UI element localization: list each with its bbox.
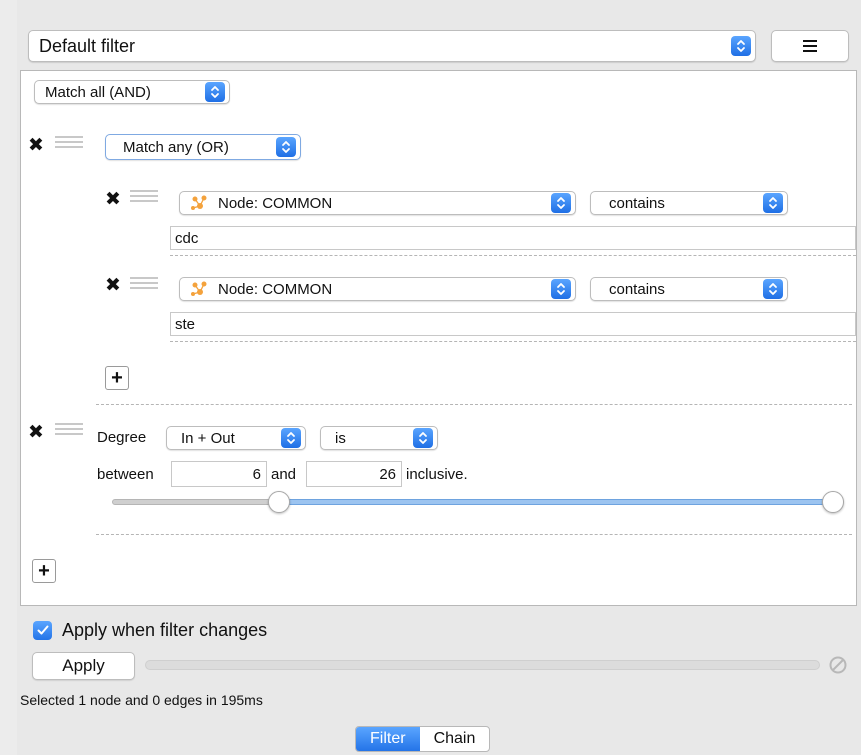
checkmark-icon bbox=[37, 625, 48, 635]
apply-when-changes-checkbox[interactable] bbox=[33, 621, 52, 640]
divider bbox=[170, 255, 856, 256]
inclusive-label: inclusive. bbox=[406, 466, 468, 483]
slider-max-knob[interactable] bbox=[822, 491, 844, 513]
add-condition-button[interactable]: + bbox=[105, 366, 129, 390]
root-match-select[interactable]: Match all (AND) bbox=[34, 80, 230, 104]
condition-column-select[interactable]: Node: COMMON bbox=[179, 191, 576, 215]
degree-operator-value: is bbox=[335, 429, 346, 447]
remove-condition-icon[interactable]: ✖ bbox=[28, 423, 46, 442]
degree-max-input[interactable]: 26 bbox=[306, 461, 402, 487]
popup-stepper-icon bbox=[413, 428, 433, 448]
condition-column-select[interactable]: Node: COMMON bbox=[179, 277, 576, 301]
drag-handle-icon[interactable] bbox=[55, 136, 83, 148]
group-match-select[interactable]: Match any (OR) bbox=[105, 134, 301, 160]
popup-stepper-icon bbox=[731, 36, 751, 56]
popup-stepper-icon bbox=[551, 193, 571, 213]
degree-min-input[interactable]: 6 bbox=[171, 461, 267, 487]
panel-tabs: Filter Chain bbox=[355, 726, 491, 752]
condition-column-value: Node: COMMON bbox=[218, 280, 333, 298]
popup-stepper-icon bbox=[551, 279, 571, 299]
apply-when-changes-label: Apply when filter changes bbox=[62, 620, 268, 640]
drag-handle-icon[interactable] bbox=[130, 190, 158, 202]
remove-condition-icon[interactable]: ✖ bbox=[105, 276, 123, 295]
condition-text-input[interactable]: ste bbox=[170, 312, 856, 336]
drag-handle-icon[interactable] bbox=[130, 277, 158, 289]
hamburger-menu-icon bbox=[803, 40, 817, 52]
cancel-icon[interactable] bbox=[828, 655, 848, 675]
add-root-condition-button[interactable]: + bbox=[32, 559, 56, 583]
condition-operator-value: contains bbox=[609, 280, 665, 298]
popup-stepper-icon bbox=[276, 137, 296, 157]
popup-stepper-icon bbox=[763, 279, 783, 299]
status-text: Selected 1 node and 0 edges in 195ms bbox=[20, 692, 263, 708]
tab-filter[interactable]: Filter bbox=[356, 727, 420, 751]
condition-operator-value: contains bbox=[609, 194, 665, 212]
and-label: and bbox=[271, 466, 297, 483]
remove-group-icon[interactable]: ✖ bbox=[28, 136, 46, 155]
divider bbox=[170, 341, 856, 342]
node-column-icon bbox=[191, 195, 207, 210]
slider-range-fill bbox=[279, 499, 833, 505]
condition-text-input[interactable]: cdc bbox=[170, 226, 856, 250]
filter-select-value: Default filter bbox=[39, 35, 136, 56]
degree-direction-select[interactable]: In + Out bbox=[166, 426, 306, 450]
apply-button[interactable]: Apply bbox=[32, 652, 135, 680]
degree-direction-value: In + Out bbox=[181, 429, 235, 447]
condition-column-value: Node: COMMON bbox=[218, 194, 333, 212]
popup-stepper-icon bbox=[763, 193, 783, 213]
remove-condition-icon[interactable]: ✖ bbox=[105, 190, 123, 209]
divider bbox=[96, 534, 852, 535]
divider bbox=[96, 404, 852, 405]
group-match-value: Match any (OR) bbox=[123, 138, 229, 156]
tab-chain[interactable]: Chain bbox=[420, 727, 490, 751]
filter-menu-button[interactable] bbox=[771, 30, 849, 62]
root-match-value: Match all (AND) bbox=[45, 83, 151, 101]
popup-stepper-icon bbox=[281, 428, 301, 448]
degree-operator-select[interactable]: is bbox=[320, 426, 438, 450]
apply-progress-bar bbox=[145, 660, 820, 670]
filter-select[interactable]: Default filter bbox=[28, 30, 756, 62]
drag-handle-icon[interactable] bbox=[55, 423, 83, 435]
node-column-icon bbox=[191, 281, 207, 296]
degree-label: Degree bbox=[97, 429, 147, 446]
condition-operator-select[interactable]: contains bbox=[590, 277, 788, 301]
between-label: between bbox=[97, 466, 154, 483]
popup-stepper-icon bbox=[205, 82, 225, 102]
condition-operator-select[interactable]: contains bbox=[590, 191, 788, 215]
